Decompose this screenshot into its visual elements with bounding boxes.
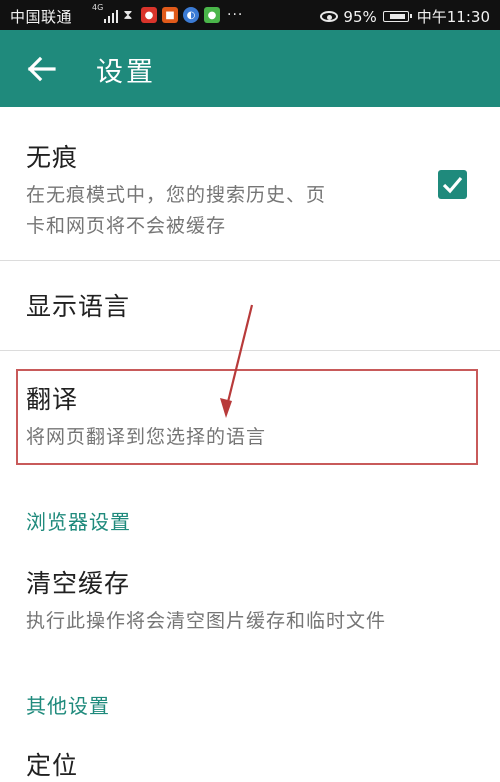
setting-display-language[interactable]: 显示语言 xyxy=(26,287,466,323)
wechat-icon: ● xyxy=(204,7,220,23)
clock: 中午11:30 xyxy=(416,8,490,26)
setting-incognito-summary-1: 在无痕模式中，您的搜索历史、页 xyxy=(26,184,327,206)
carrier-name: 中国联通 xyxy=(10,8,73,26)
section-header-other: 其他设置 xyxy=(26,694,110,718)
setting-display-language-title: 显示语言 xyxy=(26,292,131,321)
app-bar: 设置 xyxy=(0,30,500,107)
map-pin-icon: ● xyxy=(141,7,157,23)
page-title: 设置 xyxy=(96,57,156,88)
section-header-browser: 浏览器设置 xyxy=(26,510,131,534)
back-button[interactable] xyxy=(24,52,64,86)
hourglass-icon: ⧗ xyxy=(123,7,133,23)
divider xyxy=(0,350,500,351)
battery-percent: 95% xyxy=(343,7,377,26)
setting-clear-cache-summary: 执行此操作将会清空图片缓存和临时文件 xyxy=(26,610,387,632)
battery-icon xyxy=(382,11,412,22)
setting-clear-cache-title: 清空缓存 xyxy=(26,569,131,598)
setting-translate[interactable]: 翻译 将网页翻译到您选择的语言 xyxy=(26,380,466,453)
browser-icon: ◐ xyxy=(183,7,199,23)
eye-comfort-icon xyxy=(320,11,339,22)
signal-icon xyxy=(104,9,118,23)
checkmark-icon xyxy=(442,176,463,194)
setting-incognito-title: 无痕 xyxy=(26,143,79,172)
setting-incognito-summary-2: 卡和网页将不会被缓存 xyxy=(26,215,227,237)
setting-translate-title: 翻译 xyxy=(26,385,79,414)
setting-incognito[interactable]: 无痕 在无痕模式中，您的搜索历史、页 卡和网页将不会被缓存 xyxy=(26,138,426,242)
incognito-checkbox[interactable] xyxy=(438,170,467,199)
status-bar: 中国联通 4G ⧗ ● ■ ◐ ● ··· 95% 中午11:30 xyxy=(0,0,500,30)
more-notifications-icon: ··· xyxy=(227,7,244,23)
news-icon: ■ xyxy=(162,7,178,23)
arrow-left-icon xyxy=(27,56,56,82)
setting-clear-cache[interactable]: 清空缓存 执行此操作将会清空图片缓存和临时文件 xyxy=(26,564,486,637)
setting-translate-summary: 将网页翻译到您选择的语言 xyxy=(26,426,267,448)
network-type: 4G xyxy=(92,3,104,12)
divider xyxy=(0,260,500,261)
setting-location[interactable]: 定位 xyxy=(26,746,466,782)
setting-location-title: 定位 xyxy=(26,751,79,780)
